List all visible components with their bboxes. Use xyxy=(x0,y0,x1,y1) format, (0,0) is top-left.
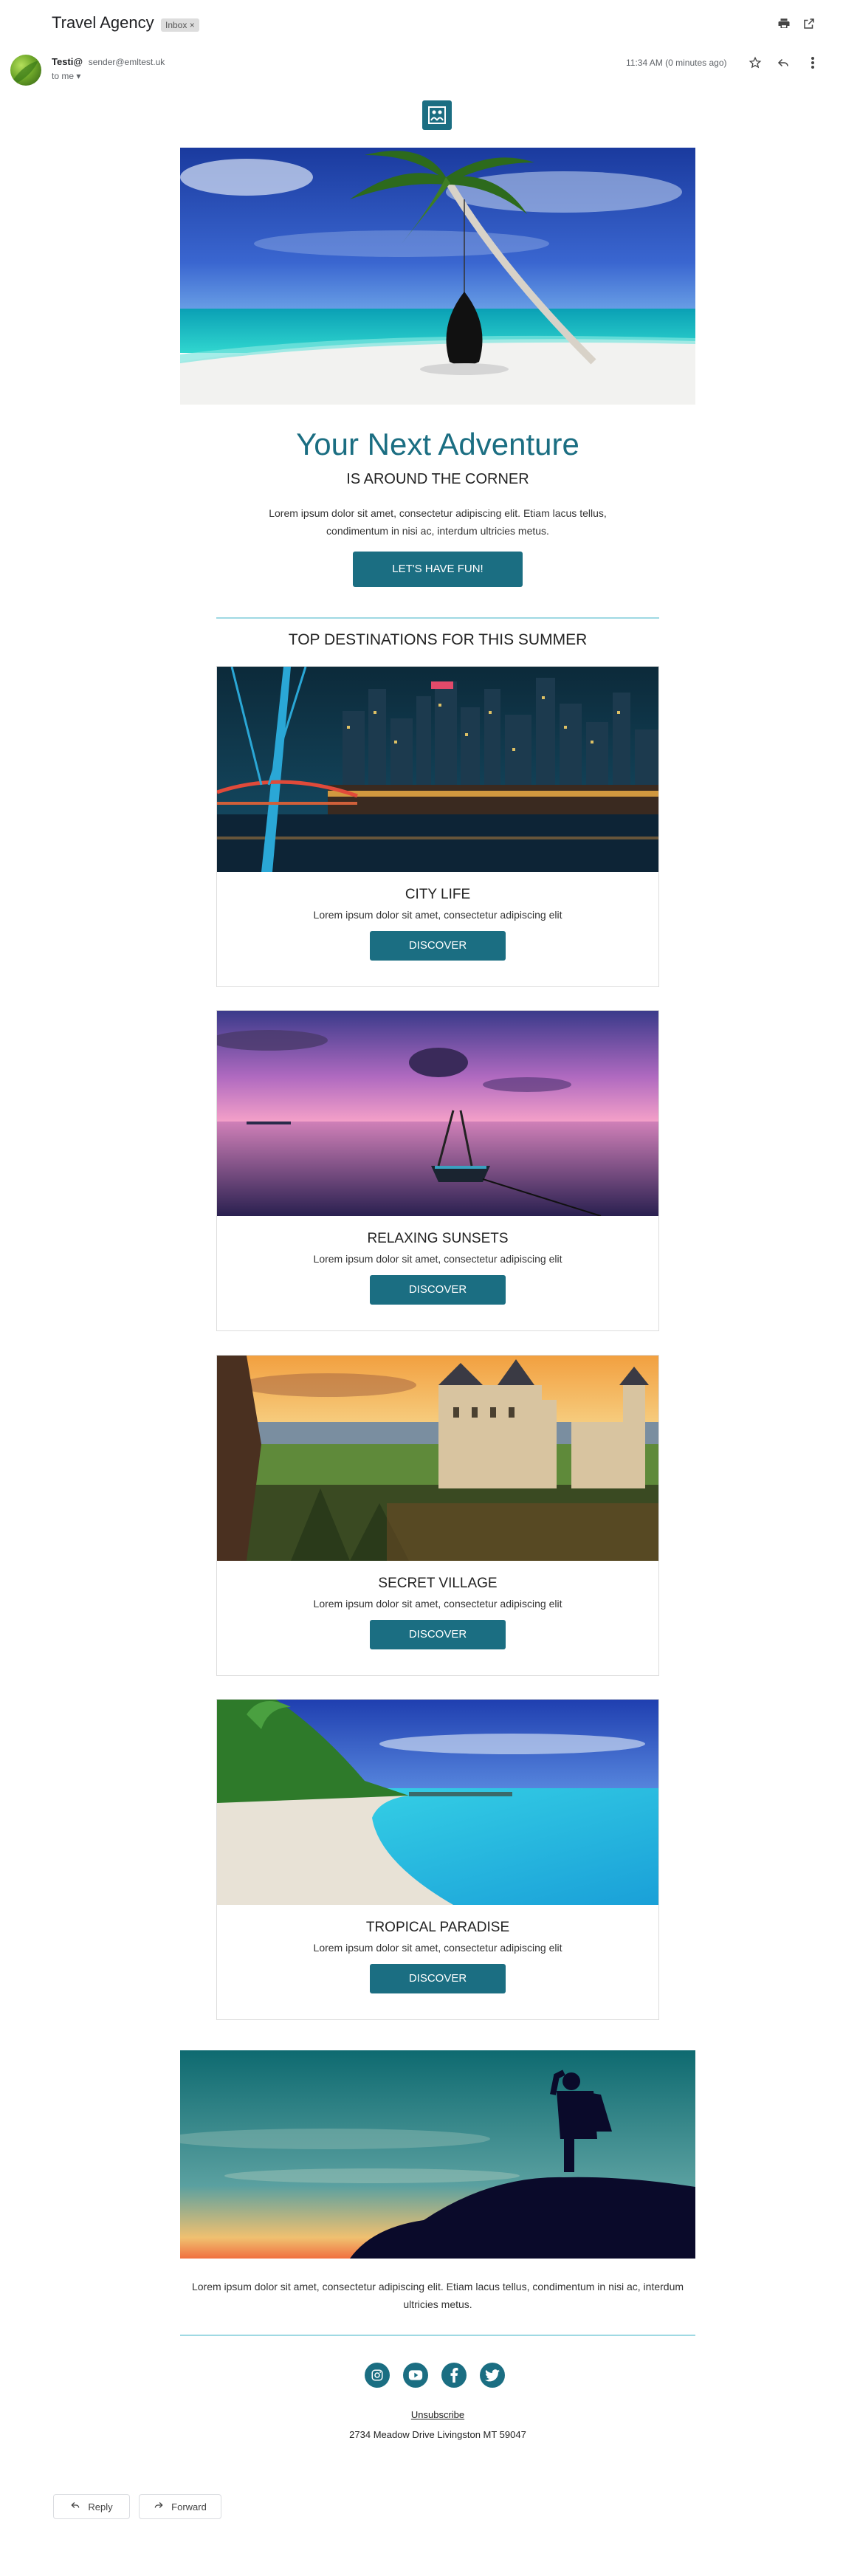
tropical-paradise-image xyxy=(217,1700,658,1905)
card-text: Lorem ipsum dolor sit amet, consectetur … xyxy=(313,1942,562,1954)
discover-button[interactable]: DISCOVER xyxy=(370,1964,506,1993)
card-title: RELAXING SUNSETS xyxy=(367,1231,509,1246)
inbox-label-badge[interactable]: Inbox × xyxy=(161,18,199,32)
divider xyxy=(216,617,659,619)
sender-avatar[interactable] xyxy=(10,55,41,86)
destination-card-city-life: CITY LIFE Lorem ipsum dolor sit amet, co… xyxy=(216,666,659,987)
sender-name[interactable]: Testi@ xyxy=(52,56,83,67)
cta-button[interactable]: LET'S HAVE FUN! xyxy=(353,552,523,587)
card-text: Lorem ipsum dolor sit amet, consectetur … xyxy=(313,909,562,921)
hero-subtitle: IS AROUND THE CORNER xyxy=(346,471,529,487)
reply-icon[interactable] xyxy=(775,55,791,71)
unsubscribe-link[interactable]: Unsubscribe xyxy=(180,2409,695,2420)
discover-button[interactable]: DISCOVER xyxy=(370,1275,506,1305)
secret-village-image xyxy=(217,1356,658,1561)
recipient-details-toggle[interactable]: to me ▾ xyxy=(52,71,80,81)
email-subject: Travel Agency xyxy=(52,13,154,32)
reply-label: Reply xyxy=(88,2501,113,2513)
brand-logo xyxy=(422,100,452,130)
footer-text: Lorem ipsum dolor sit amet, consectetur … xyxy=(191,2281,684,2310)
hero-image xyxy=(180,148,695,405)
facebook-icon[interactable] xyxy=(441,2363,467,2388)
more-icon[interactable] xyxy=(805,55,821,71)
relaxing-sunsets-image xyxy=(217,1011,658,1216)
forward-label: Forward xyxy=(171,2501,207,2513)
instagram-icon[interactable] xyxy=(365,2363,390,2388)
card-text: Lorem ipsum dolor sit amet, consectetur … xyxy=(313,1598,562,1610)
discover-button[interactable]: DISCOVER xyxy=(370,931,506,961)
company-address: 2734 Meadow Drive Livingston MT 59047 xyxy=(349,2429,526,2440)
email-timestamp: 11:34 AM (0 minutes ago) xyxy=(626,58,727,68)
card-title: SECRET VILLAGE xyxy=(378,1576,498,1591)
youtube-icon[interactable] xyxy=(403,2363,428,2388)
destinations-heading: TOP DESTINATIONS FOR THIS SUMMER xyxy=(288,631,588,648)
hero-text: Lorem ipsum dolor sit amet, consectetur … xyxy=(269,507,607,537)
card-title: TROPICAL PARADISE xyxy=(365,1920,510,1935)
card-text: Lorem ipsum dolor sit amet, consectetur … xyxy=(313,1253,562,1265)
print-icon[interactable] xyxy=(777,16,791,31)
city-life-image xyxy=(217,667,658,872)
twitter-icon[interactable] xyxy=(480,2363,505,2388)
reply-button[interactable]: Reply xyxy=(53,2494,130,2519)
hero-title: Your Next Adventure xyxy=(296,427,579,461)
forward-button[interactable]: Forward xyxy=(139,2494,221,2519)
star-icon[interactable] xyxy=(747,55,763,71)
divider xyxy=(180,2335,695,2336)
destination-card-secret-village: SECRET VILLAGE Lorem ipsum dolor sit ame… xyxy=(216,1355,659,1676)
forward-icon xyxy=(154,2500,164,2513)
open-in-new-icon[interactable] xyxy=(802,16,816,31)
sender-email: sender@emltest.uk xyxy=(88,57,165,67)
destination-card-tropical-paradise: TROPICAL PARADISE Lorem ipsum dolor sit … xyxy=(216,1699,659,2020)
reply-icon xyxy=(70,2500,80,2513)
footer-image xyxy=(180,2050,695,2259)
destination-card-relaxing-sunsets: RELAXING SUNSETS Lorem ipsum dolor sit a… xyxy=(216,1010,659,1331)
sender-line: Testi@ sender@emltest.uk xyxy=(52,56,165,67)
discover-button[interactable]: DISCOVER xyxy=(370,1620,506,1649)
card-title: CITY LIFE xyxy=(405,887,471,902)
